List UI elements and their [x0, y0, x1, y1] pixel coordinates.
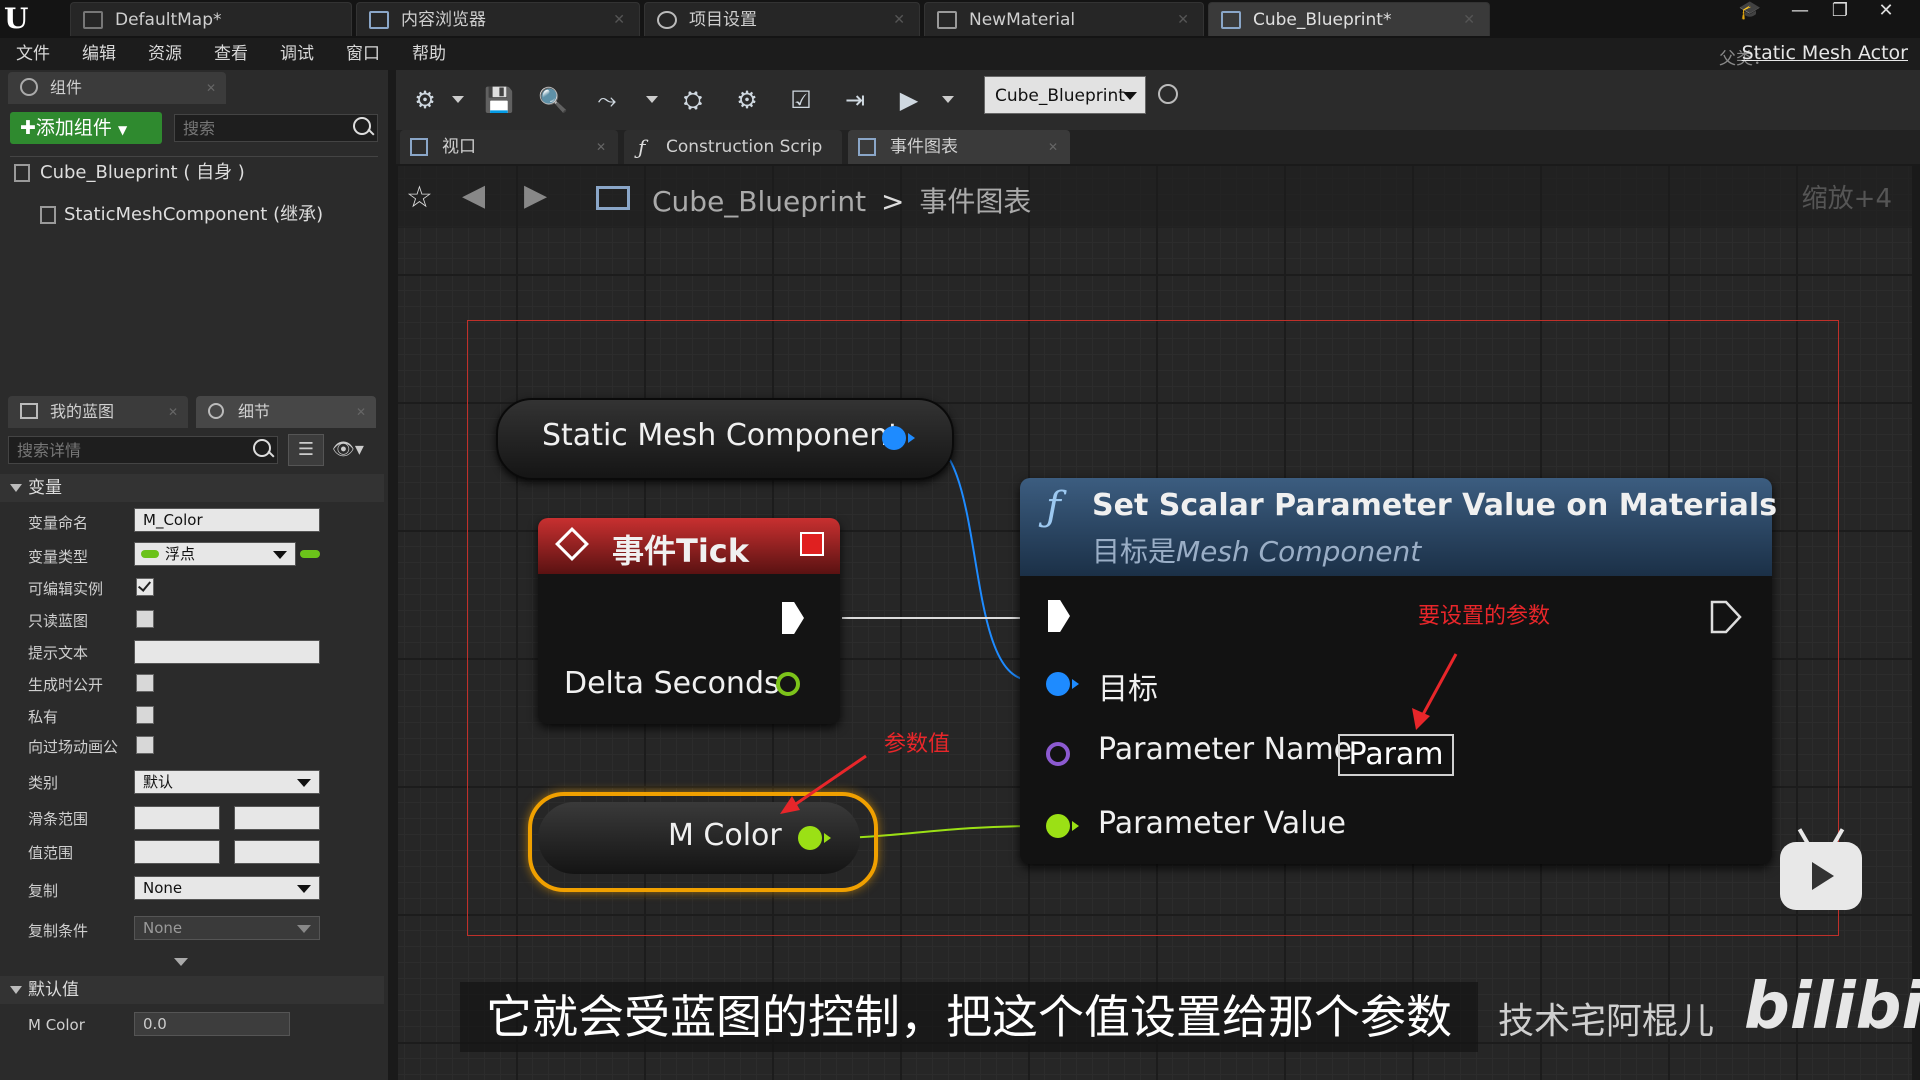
arrow-line — [789, 754, 867, 810]
arrow-head — [1412, 708, 1430, 730]
arrow-line — [1418, 653, 1458, 721]
bilibili-logo: bilibili — [1744, 970, 1920, 1044]
annotation-arrows — [780, 653, 1458, 814]
video-play-icon[interactable] — [1780, 828, 1862, 910]
arrow-head — [780, 796, 800, 814]
uploader-watermark: 技术宅阿棍儿 — [1498, 1001, 1715, 1042]
video-subtitle: 它就会受蓝图的控制，把这个值设置给那个参数 — [460, 982, 1478, 1052]
